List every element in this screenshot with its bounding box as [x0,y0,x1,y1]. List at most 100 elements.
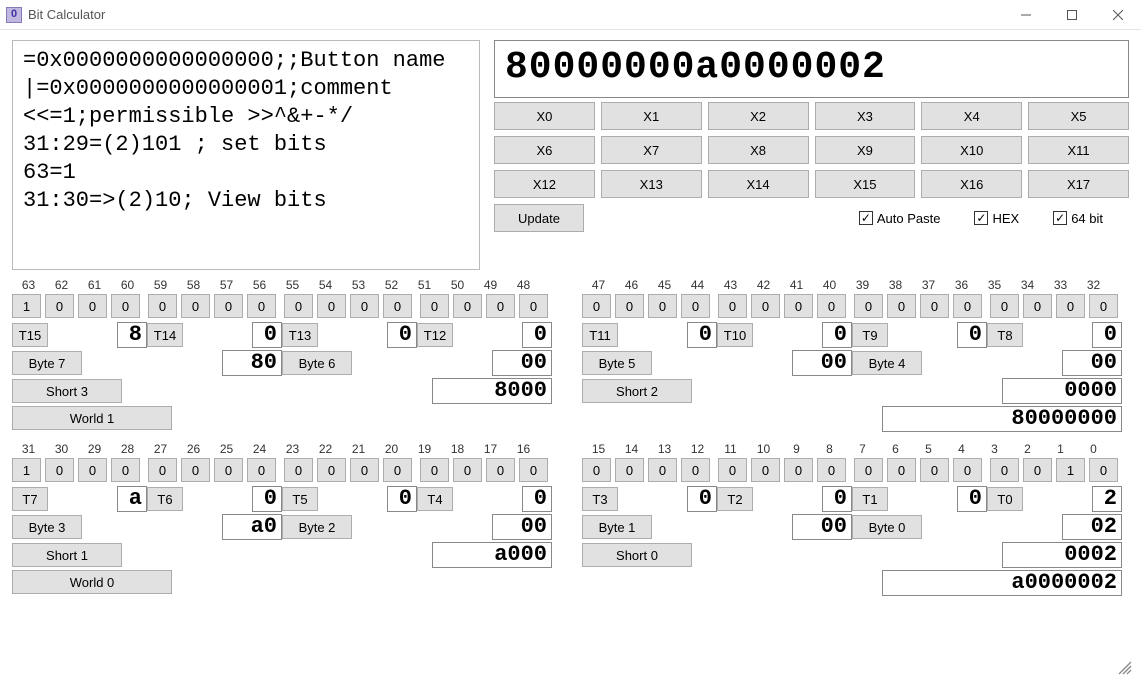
byte-1[interactable]: 00 [792,514,852,540]
world-button-1[interactable]: World 1 [12,406,172,430]
bit-36[interactable]: 0 [953,294,982,318]
bit-56[interactable]: 0 [247,294,276,318]
x-button-13[interactable]: X13 [601,170,702,198]
nibble-2[interactable]: 0 [822,486,852,512]
x-button-3[interactable]: X3 [815,102,916,130]
t-button-7[interactable]: T7 [12,487,48,511]
bit-28[interactable]: 0 [111,458,140,482]
bit-15[interactable]: 0 [582,458,611,482]
x-button-15[interactable]: X15 [815,170,916,198]
close-button[interactable] [1095,0,1141,30]
bit-59[interactable]: 0 [148,294,177,318]
bit-62[interactable]: 0 [45,294,74,318]
bit-4[interactable]: 0 [953,458,982,482]
bit-55[interactable]: 0 [284,294,313,318]
bit-6[interactable]: 0 [887,458,916,482]
nibble-10[interactable]: 0 [822,322,852,348]
bit-45[interactable]: 0 [648,294,677,318]
bit-12[interactable]: 0 [681,458,710,482]
nibble-0[interactable]: 2 [1092,486,1122,512]
nibble-14[interactable]: 0 [252,322,282,348]
t-button-3[interactable]: T3 [582,487,618,511]
nibble-5[interactable]: 0 [387,486,417,512]
byte-button-7[interactable]: Byte 7 [12,351,82,375]
bit-52[interactable]: 0 [383,294,412,318]
bit-37[interactable]: 0 [920,294,949,318]
x-button-0[interactable]: X0 [494,102,595,130]
bit-23[interactable]: 0 [284,458,313,482]
maximize-button[interactable] [1049,0,1095,30]
byte-7[interactable]: 80 [222,350,282,376]
bit-5[interactable]: 0 [920,458,949,482]
bit-32[interactable]: 0 [1089,294,1118,318]
bit-24[interactable]: 0 [247,458,276,482]
byte-button-0[interactable]: Byte 0 [852,515,922,539]
bit-51[interactable]: 0 [420,294,449,318]
t-button-0[interactable]: T0 [987,487,1023,511]
t-button-14[interactable]: T14 [147,323,183,347]
x-button-4[interactable]: X4 [921,102,1022,130]
nibble-6[interactable]: 0 [252,486,282,512]
x-button-1[interactable]: X1 [601,102,702,130]
t-button-12[interactable]: T12 [417,323,453,347]
x-button-11[interactable]: X11 [1028,136,1129,164]
bit-49[interactable]: 0 [486,294,515,318]
nibble-9[interactable]: 0 [957,322,987,348]
x-button-16[interactable]: X16 [921,170,1022,198]
t-button-13[interactable]: T13 [282,323,318,347]
bit-26[interactable]: 0 [181,458,210,482]
byte-6[interactable]: 00 [492,350,552,376]
bit-50[interactable]: 0 [453,294,482,318]
x-button-12[interactable]: X12 [494,170,595,198]
nibble-12[interactable]: 0 [522,322,552,348]
bit-44[interactable]: 0 [681,294,710,318]
resize-grip-icon[interactable] [1117,660,1133,676]
x-button-6[interactable]: X6 [494,136,595,164]
x-button-5[interactable]: X5 [1028,102,1129,130]
bit-7[interactable]: 0 [854,458,883,482]
short-3[interactable]: 8000 [432,378,552,404]
bit-31[interactable]: 1 [12,458,41,482]
bit-0[interactable]: 0 [1089,458,1118,482]
bit-42[interactable]: 0 [751,294,780,318]
bit-63[interactable]: 1 [12,294,41,318]
bit-17[interactable]: 0 [486,458,515,482]
bit-35[interactable]: 0 [990,294,1019,318]
byte-button-3[interactable]: Byte 3 [12,515,82,539]
x-button-7[interactable]: X7 [601,136,702,164]
bit-53[interactable]: 0 [350,294,379,318]
bit-41[interactable]: 0 [784,294,813,318]
bit-43[interactable]: 0 [718,294,747,318]
byte-2[interactable]: 00 [492,514,552,540]
short-0[interactable]: 0002 [1002,542,1122,568]
minimize-button[interactable] [1003,0,1049,30]
t-button-10[interactable]: T10 [717,323,753,347]
x-button-17[interactable]: X17 [1028,170,1129,198]
hex-checkbox[interactable]: ✓ HEX [974,211,1019,226]
nibble-7[interactable]: a [117,486,147,512]
byte-3[interactable]: a0 [222,514,282,540]
x-button-14[interactable]: X14 [708,170,809,198]
bit-22[interactable]: 0 [317,458,346,482]
bit-16[interactable]: 0 [519,458,548,482]
bit-29[interactable]: 0 [78,458,107,482]
bit-13[interactable]: 0 [648,458,677,482]
bit-3[interactable]: 0 [990,458,1019,482]
short-button-2[interactable]: Short 2 [582,379,692,403]
world-1[interactable]: 80000000 [882,406,1122,432]
bit-1[interactable]: 1 [1056,458,1085,482]
byte-button-4[interactable]: Byte 4 [852,351,922,375]
t-button-9[interactable]: T9 [852,323,888,347]
t-button-11[interactable]: T11 [582,323,618,347]
script-input[interactable]: =0x0000000000000000;;Button name |=0x000… [12,40,480,270]
bit-33[interactable]: 0 [1056,294,1085,318]
bit-21[interactable]: 0 [350,458,379,482]
bit-57[interactable]: 0 [214,294,243,318]
nibble-13[interactable]: 0 [387,322,417,348]
t-button-2[interactable]: T2 [717,487,753,511]
bit-8[interactable]: 0 [817,458,846,482]
short-button-3[interactable]: Short 3 [12,379,122,403]
bit64-checkbox[interactable]: ✓ 64 bit [1053,211,1103,226]
bit-11[interactable]: 0 [718,458,747,482]
byte-0[interactable]: 02 [1062,514,1122,540]
